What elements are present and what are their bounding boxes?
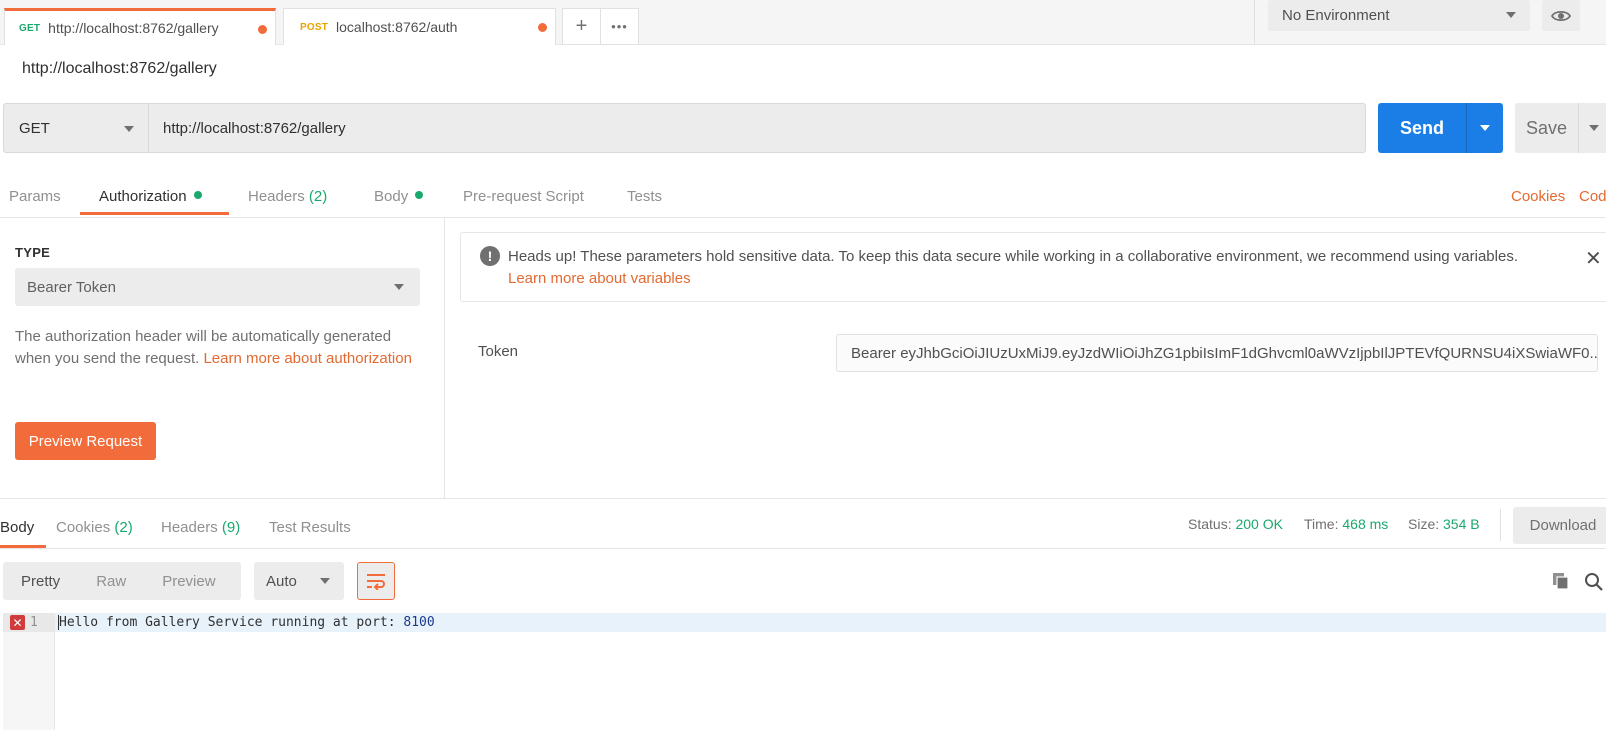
ellipsis-icon: ••• xyxy=(611,19,628,34)
method-label: GET xyxy=(19,119,50,137)
learn-more-variables-link[interactable]: Learn more about variables xyxy=(508,268,691,290)
size-readout: Size: 354 B xyxy=(1408,516,1480,532)
chevron-down-icon xyxy=(1506,12,1516,18)
active-tab-underline xyxy=(0,545,46,548)
auth-description: The authorization header will be automat… xyxy=(15,326,425,370)
cookies-link[interactable]: Cookies xyxy=(1511,188,1565,205)
tab-label: localhost:8762/auth xyxy=(336,19,458,35)
language-value: Auto xyxy=(266,572,297,590)
chevron-down-icon xyxy=(394,284,404,290)
exclamation-icon: ! xyxy=(480,246,500,266)
environment-label: No Environment xyxy=(1282,7,1390,24)
status-label: Status: xyxy=(1188,516,1232,532)
wrap-lines-button[interactable] xyxy=(357,562,395,600)
chevron-down-icon xyxy=(1480,125,1490,131)
response-tab-body[interactable]: Body xyxy=(0,519,34,536)
save-button[interactable]: Save xyxy=(1515,103,1578,153)
tab-body-label: Body xyxy=(374,188,409,205)
size-label: Size: xyxy=(1408,516,1440,532)
chevron-down-icon xyxy=(320,578,330,584)
chevron-down-icon xyxy=(124,126,134,132)
save-options-button[interactable] xyxy=(1578,103,1606,153)
copy-icon[interactable] xyxy=(1552,572,1570,595)
size-value[interactable]: 354 B xyxy=(1443,516,1480,532)
active-tab-underline xyxy=(80,212,229,215)
format-pretty-button[interactable]: Pretty xyxy=(3,562,78,600)
tab-tests[interactable]: Tests xyxy=(627,188,662,205)
search-icon[interactable] xyxy=(1584,572,1604,597)
format-preview-button[interactable]: Preview xyxy=(144,562,233,600)
tab-method-badge: GET xyxy=(19,22,41,34)
response-body-line: Hello from Gallery Service running at po… xyxy=(59,615,435,630)
time-readout: Time: 468 ms xyxy=(1304,516,1388,532)
response-tab-cookies[interactable]: Cookies (2) xyxy=(56,519,133,536)
add-tab-button[interactable]: + xyxy=(562,8,601,45)
send-button[interactable]: Send xyxy=(1378,103,1466,153)
chevron-down-icon xyxy=(1589,125,1599,131)
method-select[interactable]: GET xyxy=(3,103,149,153)
response-body-text: Hello from Gallery Service running at po… xyxy=(59,615,404,630)
divider xyxy=(1254,0,1255,44)
preview-request-button[interactable]: Preview Request xyxy=(15,422,156,460)
response-tab-headers[interactable]: Headers (9) xyxy=(161,519,240,536)
close-icon[interactable]: ✕ xyxy=(1585,246,1602,271)
tab-label: http://localhost:8762/gallery xyxy=(48,20,219,36)
eye-icon xyxy=(1551,10,1571,21)
alert-message: Heads up! These parameters hold sensitiv… xyxy=(508,248,1518,265)
tab-headers[interactable]: Headers (2) xyxy=(248,188,327,205)
request-tab-gallery[interactable]: GET http://localhost:8762/gallery xyxy=(4,8,276,45)
request-tab-auth[interactable]: POST localhost:8762/auth xyxy=(283,8,556,45)
language-select[interactable]: Auto xyxy=(254,562,344,600)
active-indicator-dot xyxy=(415,191,424,199)
tab-authorization[interactable]: Authorization xyxy=(99,188,202,205)
headers-count: (2) xyxy=(308,188,328,205)
environment-select[interactable]: No Environment xyxy=(1268,0,1530,31)
tab-prerequest-script[interactable]: Pre-request Script xyxy=(463,188,584,205)
token-value: Bearer eyJhbGciOiJIUzUxMiJ9.eyJzdWIiOiJh… xyxy=(851,344,1598,362)
response-cookies-label: Cookies xyxy=(56,519,111,536)
time-label: Time: xyxy=(1304,516,1339,532)
url-value: http://localhost:8762/gallery xyxy=(163,119,346,137)
tab-headers-label: Headers xyxy=(248,188,305,205)
divider xyxy=(1500,509,1501,541)
more-tabs-button[interactable]: ••• xyxy=(600,8,639,45)
download-button[interactable]: Download xyxy=(1513,507,1606,544)
tab-params[interactable]: Params xyxy=(9,188,61,205)
request-title: http://localhost:8762/gallery xyxy=(22,60,217,77)
line-number: 1 xyxy=(30,615,38,630)
response-headers-label: Headers xyxy=(161,519,218,536)
send-options-button[interactable] xyxy=(1466,103,1503,153)
response-tab-test-results[interactable]: Test Results xyxy=(269,519,351,536)
request-tabs-bar xyxy=(0,176,1606,218)
unsaved-dot xyxy=(258,25,267,34)
auth-type-value: Bearer Token xyxy=(27,278,116,296)
url-input[interactable]: http://localhost:8762/gallery xyxy=(149,103,1366,153)
type-label: TYPE xyxy=(15,245,51,260)
token-input[interactable]: Bearer eyJhbGciOiJIUzUxMiJ9.eyJzdWIiOiJh… xyxy=(836,334,1598,372)
learn-more-auth-link[interactable]: Learn more about authorization xyxy=(203,350,411,367)
response-headers-count: (9) xyxy=(221,519,241,536)
environment-quick-look-button[interactable] xyxy=(1542,0,1580,31)
auth-type-select[interactable]: Bearer Token xyxy=(15,268,420,306)
cookies-count: (2) xyxy=(114,519,133,536)
format-toggle-group: Pretty Raw Preview xyxy=(3,562,241,600)
format-raw-button[interactable]: Raw xyxy=(78,562,144,600)
unsaved-dot xyxy=(538,23,547,32)
active-indicator-dot xyxy=(193,191,202,199)
response-body-number: 8100 xyxy=(403,615,435,630)
tab-authorization-label: Authorization xyxy=(99,188,187,205)
tab-body[interactable]: Body xyxy=(374,188,424,205)
error-marker-icon[interactable]: ✕ xyxy=(10,615,25,630)
status-value[interactable]: 200 OK xyxy=(1235,516,1282,532)
plus-icon: + xyxy=(575,15,588,37)
time-value[interactable]: 468 ms xyxy=(1342,516,1388,532)
wrap-lines-icon xyxy=(367,574,385,590)
tab-method-badge: POST xyxy=(300,21,329,33)
token-label: Token xyxy=(478,343,519,360)
code-link[interactable]: Code xyxy=(1579,188,1606,205)
status-readout: Status: 200 OK xyxy=(1188,516,1283,532)
